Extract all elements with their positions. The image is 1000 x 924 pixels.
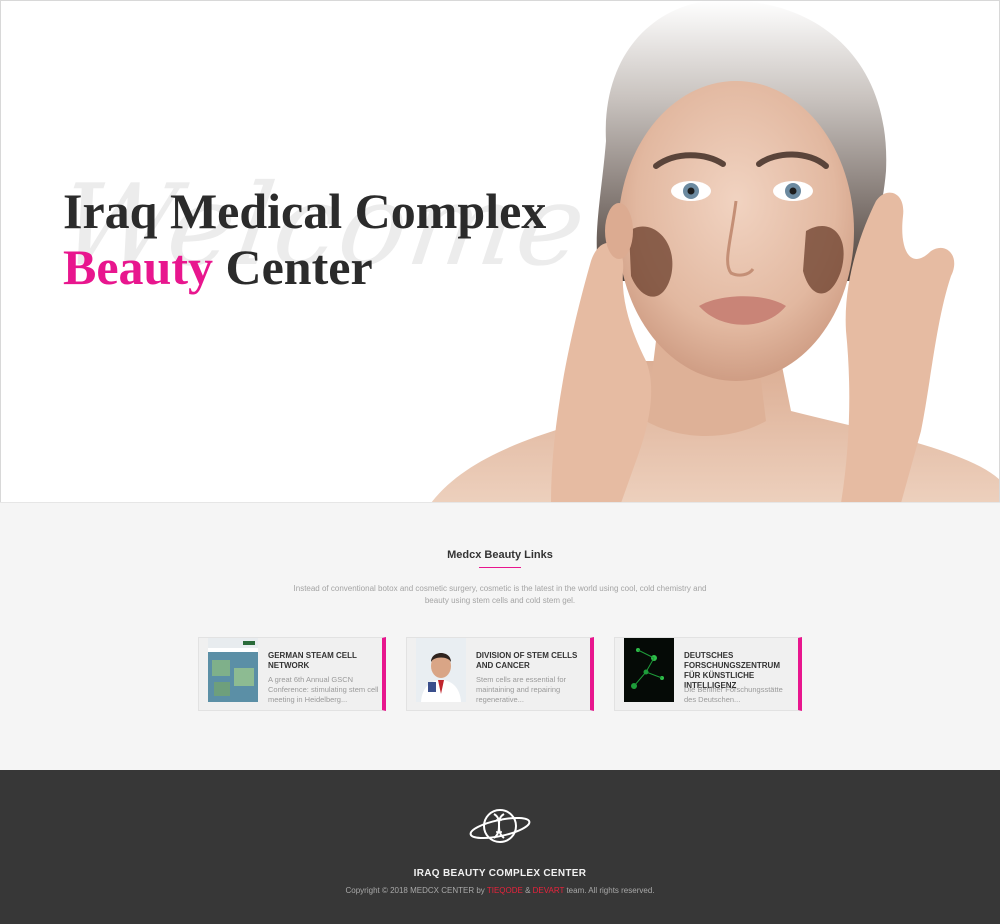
link-card-dfki[interactable]: DEUTSCHES FORSCHUNGSZENTRUM FÜR KÜNSTLIC… — [614, 637, 802, 711]
copyright-prefix: Copyright © 2018 MEDCX CENTER by — [345, 886, 487, 895]
section-title: Medcx Beauty Links — [447, 549, 553, 561]
section-description: Instead of conventional botox and cosmet… — [293, 584, 707, 605]
card-title: DIVISION OF STEM CELLS AND CANCER — [476, 651, 578, 670]
link-card-stem-cells-cancer[interactable]: DIVISION OF STEM CELLS AND CANCER Stem c… — [406, 637, 594, 711]
hero-title-accent: Beauty — [63, 239, 213, 295]
card-excerpt: Die Berliner Forschungsstätte des Deutsc… — [684, 685, 783, 704]
link-card-german-stem-cell[interactable]: GERMAN STEAM CELL NETWORK A great 6th An… — [198, 637, 386, 711]
globe-dna-icon[interactable] — [468, 804, 532, 848]
footer-copyright: Copyright © 2018 MEDCX CENTER by TIEQODE… — [0, 886, 1000, 895]
hero-portrait-image — [431, 1, 999, 502]
brand-link-devart[interactable]: DEVART — [533, 886, 565, 895]
section-title-underline — [479, 567, 521, 568]
card-thumbnail-image — [624, 638, 674, 702]
hero-banner: Welcome Iraq Medical Complex Beauty Cent… — [0, 0, 1000, 502]
card-thumbnail-image — [416, 638, 466, 702]
hero-title-rest: Center — [213, 239, 373, 295]
card-title: GERMAN STEAM CELL NETWORK — [268, 651, 357, 670]
copyright-amp: & — [522, 886, 533, 895]
site-footer: IRAQ BEAUTY COMPLEX CENTER Copyright © 2… — [0, 770, 1000, 924]
beauty-links-section: Medcx Beauty Links Instead of convention… — [0, 502, 1000, 770]
footer-site-name: IRAQ BEAUTY COMPLEX CENTER — [413, 868, 587, 879]
card-thumbnail-image — [208, 638, 258, 702]
brand-link-tieqode[interactable]: TIEQODE — [487, 886, 523, 895]
card-excerpt: Stem cells are essential for maintaining… — [476, 675, 567, 704]
card-excerpt: A great 6th Annual GSCN Conference: stim… — [268, 675, 379, 704]
copyright-suffix: team. All rights reserved. — [564, 886, 655, 895]
